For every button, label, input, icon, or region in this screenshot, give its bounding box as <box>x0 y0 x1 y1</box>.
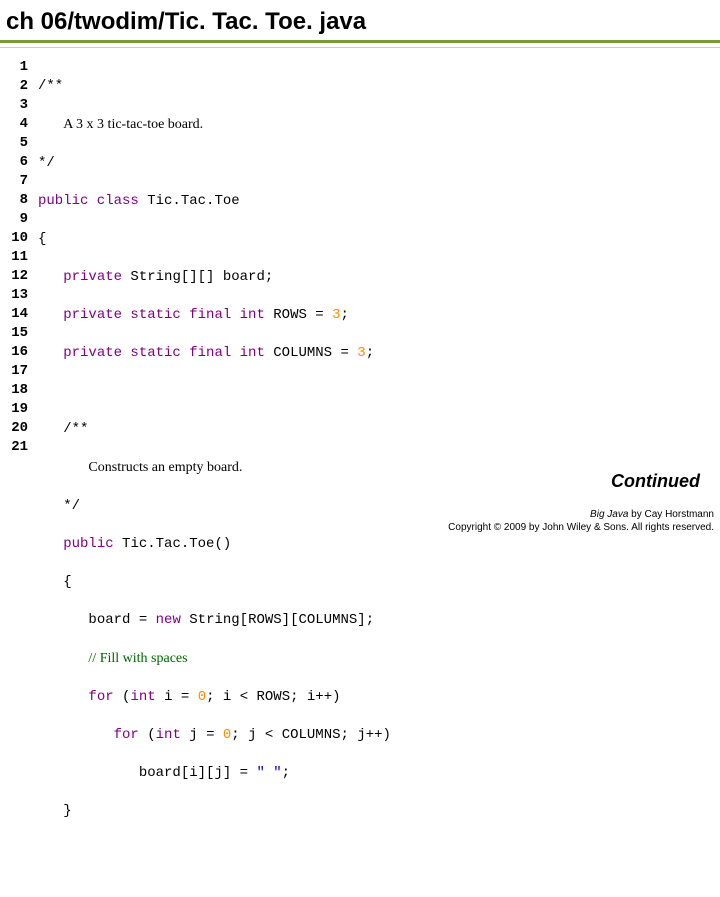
ln: 20 <box>8 419 28 438</box>
ln: 11 <box>8 248 28 267</box>
ln: 18 <box>8 381 28 400</box>
ln: 8 <box>8 191 28 210</box>
continued-label: Continued <box>611 471 700 492</box>
code-line: { <box>38 230 391 249</box>
code-line: // Fill with spaces <box>38 649 391 669</box>
code-line: for (int i = 0; i < ROWS; i++) <box>38 688 391 707</box>
line-gutter: 1 2 3 4 5 6 7 8 9 10 11 12 13 14 15 16 1… <box>8 58 38 897</box>
code-line: public Tic.Tac.Toe() <box>38 535 391 554</box>
ln: 10 <box>8 229 28 248</box>
code-line: board[i][j] = " "; <box>38 764 391 783</box>
ln: 7 <box>8 172 28 191</box>
code-line: } <box>38 802 391 821</box>
code-lines: /** A 3 x 3 tic-tac-toe board. */ public… <box>38 58 391 897</box>
ln: 5 <box>8 134 28 153</box>
code-line <box>38 840 391 859</box>
ln: 17 <box>8 362 28 381</box>
code-line: */ <box>38 154 391 173</box>
ln: 15 <box>8 324 28 343</box>
ln: 4 <box>8 115 28 134</box>
code-line: /** <box>38 420 391 439</box>
code-line <box>38 382 391 401</box>
footer: Big Java by Cay Horstmann Copyright © 20… <box>448 508 714 534</box>
code-line: private static final int COLUMNS = 3; <box>38 344 391 363</box>
ln: 19 <box>8 400 28 419</box>
code-line: public class Tic.Tac.Toe <box>38 192 391 211</box>
footer-line-1: Big Java by Cay Horstmann <box>448 508 714 521</box>
ln: 12 <box>8 267 28 286</box>
ln: 1 <box>8 58 28 77</box>
footer-line-2: Copyright © 2009 by John Wiley & Sons. A… <box>448 521 714 534</box>
ln: 3 <box>8 96 28 115</box>
ln: 6 <box>8 153 28 172</box>
page-title: ch 06/twodim/Tic. Tac. Toe. java <box>0 0 720 43</box>
code-line: A 3 x 3 tic-tac-toe board. <box>38 115 391 135</box>
divider <box>0 47 720 48</box>
code-line: board = new String[ROWS][COLUMNS]; <box>38 611 391 630</box>
ln: 14 <box>8 305 28 324</box>
ln: 13 <box>8 286 28 305</box>
code-line: Constructs an empty board. <box>38 458 391 478</box>
ln: 21 <box>8 438 28 457</box>
ln: 9 <box>8 210 28 229</box>
code-line: */ <box>38 497 391 516</box>
code-line: for (int j = 0; j < COLUMNS; j++) <box>38 726 391 745</box>
ln: 2 <box>8 77 28 96</box>
code-line: { <box>38 573 391 592</box>
code-line: /** <box>38 77 391 96</box>
ln: 16 <box>8 343 28 362</box>
code-line: private String[][] board; <box>38 268 391 287</box>
code-line: private static final int ROWS = 3; <box>38 306 391 325</box>
